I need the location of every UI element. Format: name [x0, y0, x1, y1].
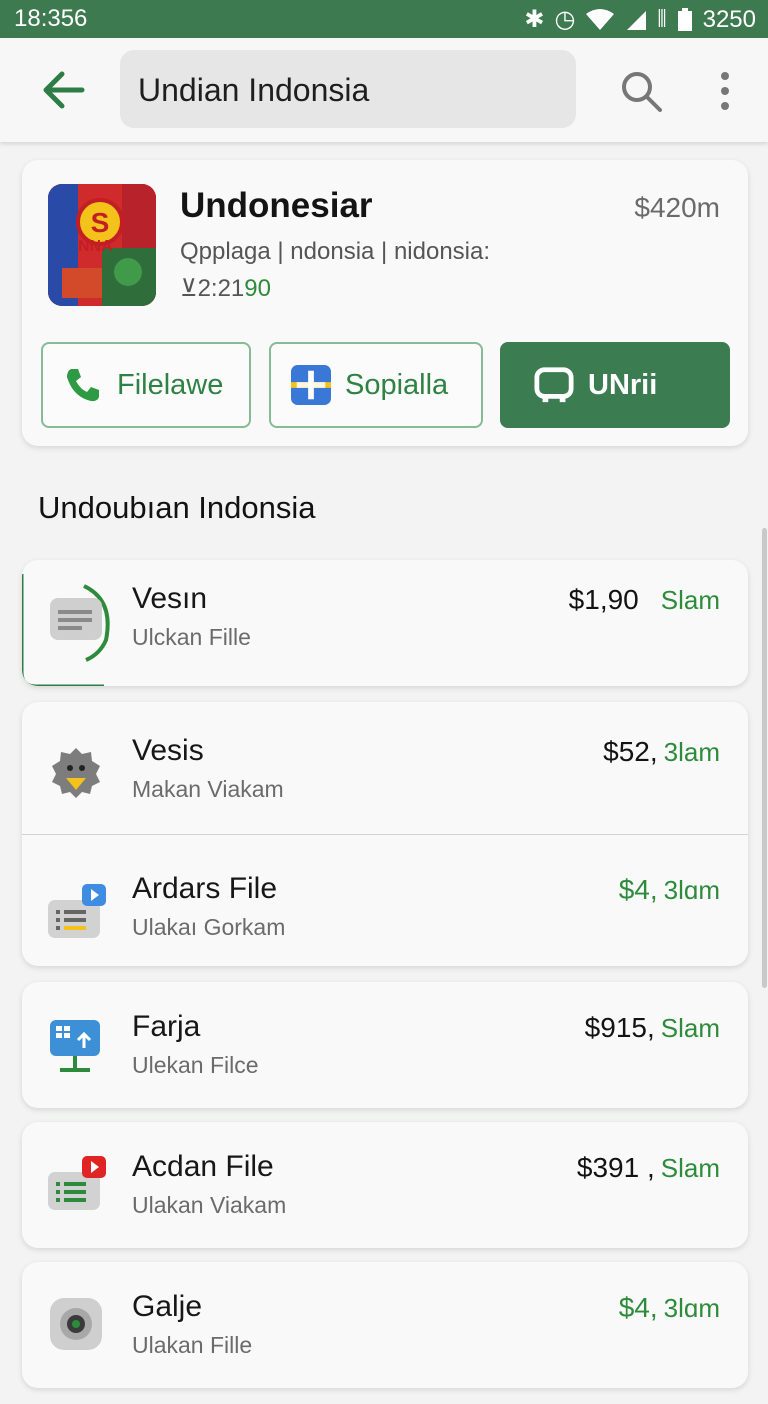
app-header-card: S NNA Undonesiar $420m Qpplaga | ndonsia…: [22, 160, 748, 446]
gear-bird-icon: [52, 748, 100, 798]
signal-icon: [627, 10, 647, 30]
search-field[interactable]: Undian Indonsia: [120, 50, 576, 128]
item-subtitle: Ulakaı Gorkam: [132, 914, 286, 940]
list-item[interactable]: Ardars File Ulakaı Gorkam $4, 3lɑm: [22, 858, 748, 986]
list-item[interactable]: Acdan File Ulakan Viakam $391 , Slam: [22, 1136, 748, 1264]
item-price: $4, 3lɑm: [619, 1292, 720, 1324]
item-price: $4, 3lɑm: [619, 874, 720, 906]
status-icons: ✱ ◷ ⫼ 3250: [524, 5, 756, 34]
alarm-icon: ◷: [554, 6, 576, 33]
item-price: $391 , Slam: [577, 1152, 720, 1184]
tv-icon: [534, 365, 574, 405]
price-value: $52,: [603, 736, 658, 767]
phone-icon: [63, 365, 103, 405]
battery-icon: [677, 7, 692, 31]
app-logo[interactable]: S NNA: [48, 184, 156, 306]
item-subtitle: Ulckan Fille: [132, 624, 251, 650]
document-icon: [50, 598, 102, 640]
top-app-bar: Undian Indonsia: [0, 38, 768, 142]
rating-suffix: 90: [244, 275, 271, 302]
list-card: Acdan File Ulakan Viakam $391 , Slam: [22, 1122, 748, 1248]
list-item[interactable]: Farja Ulekan Filсe $915, Slam: [22, 996, 748, 1124]
app-name: Undonesiar: [180, 186, 373, 225]
price-value: $4,: [618, 874, 658, 905]
sopialla-button[interactable]: Sopialla: [269, 342, 483, 428]
price-value: $4,: [618, 1292, 658, 1323]
list-item[interactable]: Galje Ulakan Fille $4, 3lɑm: [22, 1276, 748, 1404]
plus-icon: [291, 365, 331, 405]
item-title: Ardars File: [132, 872, 278, 905]
app-subtitle: Qpplaga | ndonsia | nidonsia:: [180, 238, 491, 265]
status-bar: 18:356 ✱ ◷ ⫼ 3250: [0, 0, 768, 38]
list-card: Vesın Ulckan Fille $1,90 Slam: [22, 560, 748, 686]
item-title: Farja: [132, 1010, 201, 1043]
search-icon[interactable]: [618, 68, 664, 114]
divider: [22, 834, 748, 835]
camera-lens-icon: [50, 1298, 102, 1350]
scrollbar[interactable]: [762, 528, 767, 988]
list-item[interactable]: Vesın Ulckan Fille $1,90 Slam: [22, 568, 748, 686]
more-vert-icon[interactable]: [712, 70, 738, 112]
item-subtitle: Ulakan Fille: [132, 1332, 253, 1358]
app-price: $420m: [634, 192, 720, 223]
search-query[interactable]: Undian Indonsia: [138, 72, 369, 109]
rating-prefix: ⊻2:21: [180, 275, 245, 302]
item-price: $1,90 Slam: [569, 584, 720, 616]
sopialla-label: Sopialla: [345, 368, 449, 401]
item-price: $915, Slam: [585, 1012, 720, 1044]
price-tag: 3lɑm: [663, 875, 720, 905]
item-subtitle: Makan Viakam: [132, 776, 284, 802]
filelawe-label: Filelawe: [117, 368, 224, 401]
price-tag: 3lɑm: [663, 1293, 720, 1323]
item-title: Galje: [132, 1290, 203, 1323]
list-card: Vesis Makan Viakam $52, 3lam Ardars File …: [22, 702, 748, 966]
list-card: Farja Ulekan Filсe $915, Slam: [22, 982, 748, 1108]
price-value: $1,90: [568, 584, 639, 615]
price-tag: Slam: [660, 1013, 720, 1043]
item-title: Vesis: [132, 734, 204, 767]
item-title: Acdan File: [132, 1150, 274, 1183]
svg-text:S: S: [91, 207, 110, 238]
list-play-icon: [48, 884, 106, 938]
list-card: Galje Ulakan Fille $4, 3lɑm: [22, 1262, 748, 1388]
app-rating: ⊻2:2190: [180, 274, 271, 303]
data-icon: ⫼: [657, 8, 667, 30]
unrii-button[interactable]: UNrii: [500, 342, 730, 428]
filelawe-button[interactable]: Filelawe: [41, 342, 251, 428]
price-tag: Slam: [660, 1153, 720, 1183]
item-subtitle: Ulakan Viakam: [132, 1192, 287, 1218]
status-time: 18:356: [14, 5, 88, 32]
battery-level: 3250: [702, 5, 756, 33]
price-tag: 3lam: [663, 737, 720, 767]
list-item[interactable]: Vesis Makan Viakam $52, 3lam: [22, 720, 748, 848]
wifi-icon: [586, 8, 615, 30]
price-value: $391 ,: [576, 1152, 655, 1183]
price-value: $915,: [584, 1012, 655, 1043]
section-title: Undoubıan Indonsia: [38, 490, 316, 525]
bluetooth-icon: ✱: [524, 6, 545, 33]
monitor-upload-icon: [50, 1020, 100, 1072]
item-title: Vesın: [132, 582, 208, 615]
youtube-list-icon: [48, 1156, 106, 1210]
item-price: $52, 3lam: [603, 736, 720, 768]
price-tag: Slam: [660, 585, 720, 615]
unrii-label: UNrii: [588, 368, 658, 401]
item-subtitle: Ulekan Filсe: [132, 1052, 259, 1078]
back-arrow-icon[interactable]: [40, 68, 86, 112]
app-logo-text: NNA: [78, 238, 113, 255]
